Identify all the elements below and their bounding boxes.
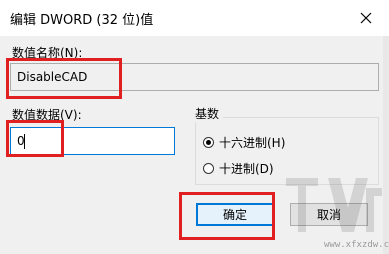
value-name-field: DisableCAD [10, 63, 379, 91]
value-data-label: 数值数据(V): [12, 108, 82, 122]
watermark-url: www.xfxzdw.com [324, 240, 389, 250]
radio-decimal[interactable]: 十进制(D) [203, 160, 274, 177]
dialog-title: 编辑 DWORD (32 位)值 [10, 13, 154, 28]
title-bar: 编辑 DWORD (32 位)值 [0, 0, 389, 36]
base-group-title: 基数 [195, 105, 224, 122]
radio-hex-label: 十六进制(H) [219, 136, 286, 150]
value-data-input[interactable]: 0 [10, 127, 175, 155]
close-icon [360, 12, 372, 24]
radio-hex[interactable]: 十六进制(H) [203, 134, 285, 151]
radio-hex-indicator[interactable] [203, 137, 214, 148]
close-button[interactable] [343, 0, 389, 36]
window-edge [383, 36, 389, 254]
ok-button[interactable]: 确定 [196, 203, 274, 226]
ok-button-label: 确定 [222, 208, 247, 222]
cancel-button-label: 取消 [316, 208, 341, 222]
value-name-text: DisableCAD [17, 70, 88, 84]
edit-dword-dialog: 编辑 DWORD (32 位)值 数值名称(N): DisableCAD 数值数… [0, 0, 389, 254]
value-name-label: 数值名称(N): [12, 46, 83, 60]
cancel-button[interactable]: 取消 [290, 203, 368, 226]
text-caret [24, 134, 25, 149]
radio-decimal-indicator[interactable] [203, 163, 214, 174]
radio-decimal-label: 十进制(D) [219, 162, 274, 176]
